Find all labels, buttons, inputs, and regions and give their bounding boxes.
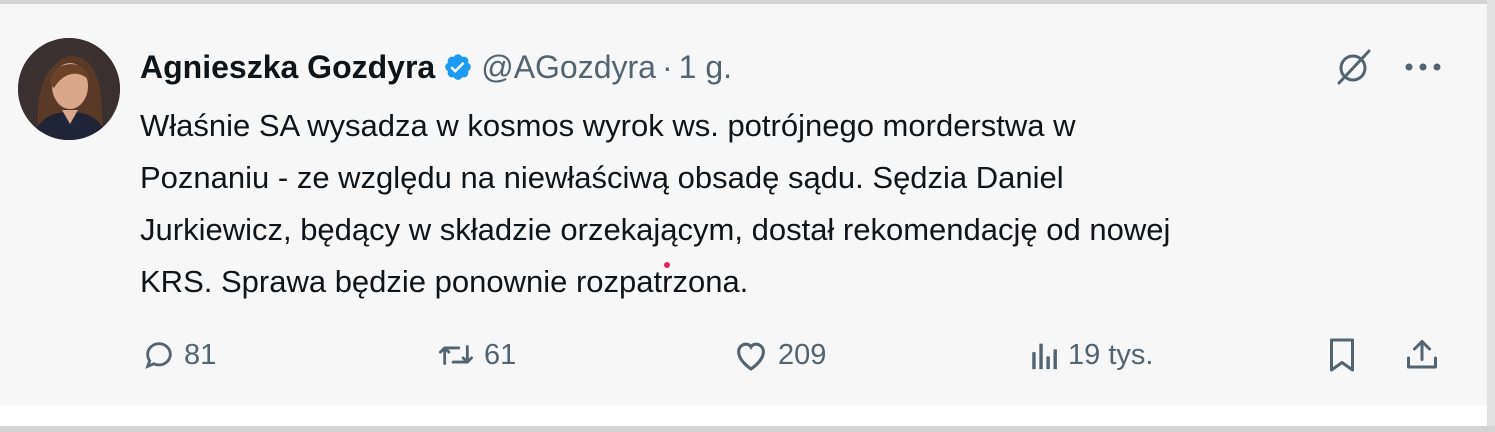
bookmark-icon — [1330, 338, 1354, 372]
tweet-text: Właśnie SA wysadza w kosmos wyrok ws. po… — [140, 100, 1460, 308]
author-handle[interactable]: @AGozdyra — [481, 49, 656, 86]
window-bottom-border — [0, 426, 1495, 432]
views-icon — [1032, 343, 1057, 370]
like-icon — [737, 342, 765, 371]
timestamp[interactable]: 1 g. — [679, 49, 732, 86]
tweet-text-line: Poznaniu - ze względu na niewłaściwą obs… — [140, 160, 1064, 195]
cursor-dot — [664, 262, 670, 268]
repost-icon — [439, 345, 474, 365]
tweet-text-line: KRS. Sprawa będzie ponownie rozpatrzona. — [140, 264, 749, 299]
tweet-actions: 81 61 209 19 tys. — [0, 330, 1487, 380]
repost-button[interactable]: 61 — [436, 330, 516, 380]
share-icon — [1407, 340, 1437, 369]
separator-dot: · — [661, 48, 673, 85]
share-button[interactable] — [1404, 330, 1448, 380]
verified-badge-icon — [443, 52, 473, 82]
avatar[interactable] — [18, 38, 120, 140]
reply-icon — [145, 342, 172, 369]
repost-count: 61 — [484, 338, 517, 371]
bookmark-button[interactable] — [1326, 330, 1366, 380]
tweet-text-line: Właśnie SA wysadza w kosmos wyrok ws. po… — [140, 108, 1076, 143]
views-button[interactable]: 19 tys. — [1030, 330, 1153, 380]
reply-count: 81 — [184, 338, 217, 371]
author-name[interactable]: Agnieszka Gozdyra — [140, 49, 435, 86]
reply-button[interactable]: 81 — [142, 330, 216, 380]
like-button[interactable]: 209 — [732, 330, 826, 380]
views-count: 19 tys. — [1068, 338, 1154, 371]
tweet-card[interactable]: Agnieszka Gozdyra @AGozdyra · 1 g. Właśn… — [0, 4, 1487, 406]
more-icon[interactable] — [1400, 44, 1446, 90]
tweet-header: Agnieszka Gozdyra @AGozdyra · 1 g. — [140, 44, 732, 90]
like-count: 209 — [778, 338, 827, 371]
tweet-text-line: Jurkiewicz, będący w składzie orzekający… — [140, 212, 1171, 247]
grok-icon[interactable] — [1330, 44, 1376, 90]
scrollbar-track[interactable] — [1487, 0, 1495, 432]
